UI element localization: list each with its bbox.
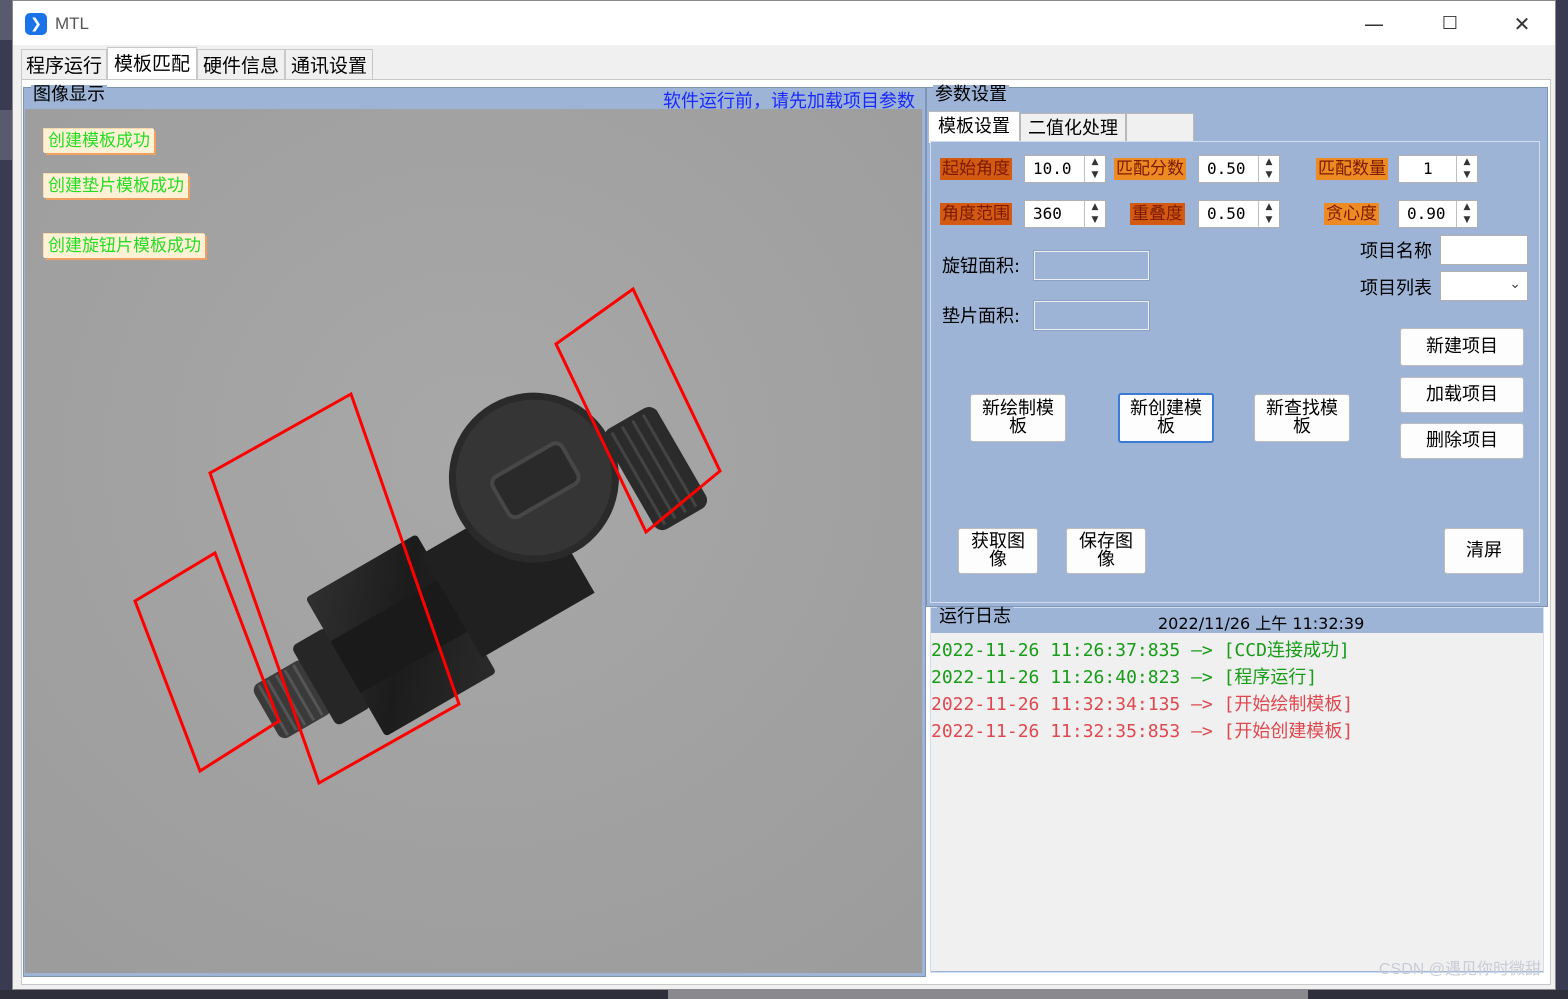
save-image-button[interactable]: 保存图像	[1066, 528, 1146, 574]
log-line: 2022-11-26 11:26:40:823 —> [程序运行]	[931, 667, 1318, 688]
angle-range-value: 360	[1033, 204, 1062, 223]
get-image-button[interactable]: 获取图像	[958, 528, 1038, 574]
spin-up-icon[interactable]: ▲	[1085, 156, 1105, 169]
parameter-settings-label: 参数设置	[933, 84, 1009, 105]
start-angle-label: 起始角度	[940, 158, 1012, 180]
desktop-edge-left	[0, 0, 12, 999]
match-count-label: 匹配数量	[1316, 158, 1388, 180]
spin-down-icon[interactable]: ▼	[1259, 169, 1279, 182]
create-template-button[interactable]: 新创建模板	[1118, 393, 1214, 443]
log-line: 2022-11-26 11:32:35:853 —> [开始创建模板]	[931, 721, 1354, 742]
status-tag-knob-template-created: 创建旋钮片模板成功	[44, 234, 205, 258]
washer-area-field	[1033, 300, 1150, 331]
match-score-value: 0.50	[1207, 159, 1246, 178]
start-angle-spinbox[interactable]: 10.0 ▲ ▼	[1024, 155, 1106, 183]
desktop-edge-right	[1556, 0, 1568, 999]
run-log-text[interactable]: 2022-11-26 11:26:37:835 —> [CCD连接成功] 202…	[931, 633, 1543, 971]
knob-area-field	[1033, 250, 1150, 281]
knob-area-label: 旋钮面积:	[942, 256, 1021, 277]
greediness-value: 0.90	[1407, 204, 1446, 223]
spin-up-icon[interactable]: ▲	[1457, 201, 1477, 214]
new-project-button[interactable]: 新建项目	[1400, 328, 1524, 366]
spin-down-icon[interactable]: ▼	[1085, 214, 1105, 227]
status-tag-washer-template-created: 创建垫片模板成功	[44, 174, 188, 198]
draw-template-button[interactable]: 新绘制模板	[970, 394, 1066, 442]
spin-up-icon[interactable]: ▲	[1259, 201, 1279, 214]
overlap-value: 0.50	[1207, 204, 1246, 223]
load-project-button[interactable]: 加载项目	[1400, 377, 1524, 413]
spin-down-icon[interactable]: ▼	[1085, 169, 1105, 182]
tab-hardware-info[interactable]: 硬件信息	[197, 49, 285, 79]
angle-range-spinbox[interactable]: 360 ▲ ▼	[1024, 200, 1106, 228]
close-button[interactable]: ✕	[1499, 7, 1545, 41]
match-score-label: 匹配分数	[1114, 158, 1186, 180]
tab-comm-settings[interactable]: 通讯设置	[285, 49, 373, 79]
spin-down-icon[interactable]: ▼	[1457, 169, 1477, 182]
match-score-spinbox[interactable]: 0.50 ▲ ▼	[1198, 155, 1280, 183]
tab-template-settings[interactable]: 模板设置	[928, 111, 1020, 143]
chevron-down-icon: ⌄	[1509, 276, 1521, 292]
tab-binarization[interactable]: 二值化处理	[1020, 113, 1126, 143]
background-window-strip	[0, 0, 12, 40]
overlap-label: 重叠度	[1130, 203, 1185, 225]
spin-up-icon[interactable]: ▲	[1085, 201, 1105, 214]
greediness-spinbox[interactable]: 0.90 ▲ ▼	[1398, 200, 1478, 228]
app-logo-icon: ❯	[25, 13, 47, 35]
maximize-button[interactable]: ☐	[1427, 7, 1473, 41]
project-name-input[interactable]	[1440, 235, 1528, 265]
spin-up-icon[interactable]: ▲	[1457, 156, 1477, 169]
run-log-label: 运行日志	[937, 606, 1013, 627]
log-datetime: 2022/11/26 上午 11:32:39	[1158, 614, 1365, 633]
project-list-label: 项目列表	[1360, 278, 1432, 299]
project-list-select[interactable]: ⌄	[1440, 271, 1528, 301]
match-count-value: 1	[1423, 159, 1433, 178]
tab-program-run[interactable]: 程序运行	[21, 49, 107, 79]
greediness-label: 贪心度	[1324, 203, 1379, 225]
image-display-label: 图像显示	[31, 84, 107, 105]
log-line: 2022-11-26 11:32:34:135 —> [开始绘制模板]	[931, 694, 1354, 715]
spin-down-icon[interactable]: ▼	[1259, 214, 1279, 227]
background-window-bar	[668, 990, 1308, 999]
tab-empty	[1126, 113, 1194, 143]
watermark: CSDN @遇见你时微甜	[1378, 961, 1541, 978]
find-template-button[interactable]: 新查找模板	[1254, 394, 1350, 442]
app-window: ❯ MTL — ☐ ✕ 程序运行 模板匹配 硬件信息 通讯设置 图像显示 软件运…	[12, 0, 1556, 990]
start-angle-value: 10.0	[1033, 159, 1072, 178]
clear-screen-button[interactable]: 清屏	[1444, 528, 1524, 574]
window-title: MTL	[55, 14, 89, 33]
angle-range-label: 角度范围	[940, 203, 1012, 225]
delete-project-button[interactable]: 删除项目	[1400, 423, 1524, 459]
tab-template-match[interactable]: 模板匹配	[107, 47, 197, 79]
project-name-label: 项目名称	[1360, 241, 1432, 262]
spin-up-icon[interactable]: ▲	[1259, 156, 1279, 169]
match-count-spinbox[interactable]: 1 ▲ ▼	[1398, 155, 1478, 183]
desktop-bottom	[0, 990, 1568, 999]
title-bar[interactable]: ❯ MTL — ☐ ✕	[13, 1, 1555, 45]
spin-down-icon[interactable]: ▼	[1457, 214, 1477, 227]
background-window-strip	[0, 110, 12, 160]
washer-area-label: 垫片面积:	[942, 306, 1021, 327]
minimize-button[interactable]: —	[1351, 7, 1397, 41]
status-tag-template-created: 创建模板成功	[44, 129, 154, 153]
overlap-spinbox[interactable]: 0.50 ▲ ▼	[1198, 200, 1280, 228]
log-line: 2022-11-26 11:26:37:835 —> [CCD连接成功]	[931, 640, 1350, 661]
